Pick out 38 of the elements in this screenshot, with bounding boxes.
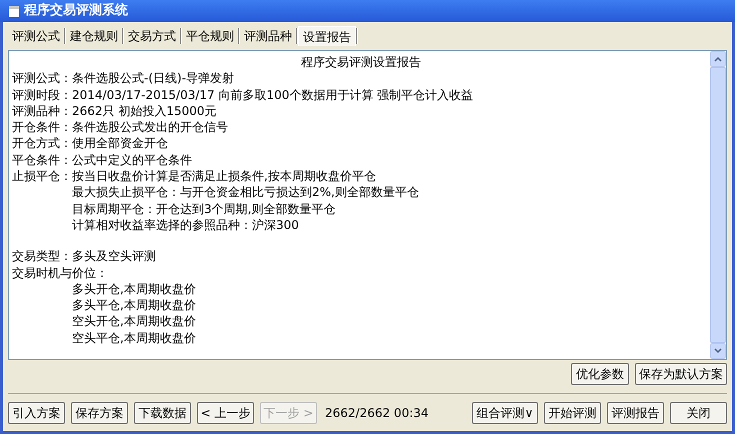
report-line: 最大损失止损平仓：与开仓资金相比亏损达到2%,则全部数量平仓	[72, 184, 419, 201]
report-line: 空头开仓,本周期收盘价	[72, 313, 196, 330]
tab[interactable]: 平仓规则	[182, 26, 238, 46]
push-button[interactable]: 保存方案	[71, 402, 128, 424]
report-line: 交易类型：多头及空头评测	[12, 248, 156, 265]
report-line: 计算相对收益率选择的参照品种：沪深300	[72, 216, 299, 234]
tab[interactable]: 评测品种	[240, 26, 296, 46]
push-button[interactable]: 评测报告	[607, 402, 664, 424]
tab[interactable]: 建仓规则	[66, 26, 122, 46]
push-button[interactable]: 组合评测∨	[472, 402, 538, 424]
report-line: 平仓条件：公式中定义的平仓条件	[12, 152, 192, 168]
report-line: 评测品种：2662只 初始投入15000元	[12, 102, 217, 120]
report-line: 开仓方式：使用全部资金开仓	[12, 135, 168, 152]
report-line: 止损平仓：按当日收盘价计算是否满足止损条件,按本周期收盘价平仓	[12, 168, 376, 184]
window-title: 程序交易评测系统	[24, 2, 128, 20]
push-button[interactable]: 下载数据	[134, 402, 191, 424]
push-button[interactable]: 引入方案	[8, 402, 65, 424]
report-line: 评测时段：2014/03/17-2015/03/17 向前多取100个数据用于计算 强制平仓计入收益	[12, 86, 474, 103]
tab[interactable]: 设置报告	[298, 26, 356, 46]
push-button[interactable]: 保存为默认方案	[635, 363, 727, 385]
report-title: 程序交易评测设置报告	[300, 54, 422, 70]
report-line: 多头平仓,本周期收盘价	[72, 297, 196, 314]
push-button[interactable]: 开始评测	[544, 402, 601, 424]
report-line: 开仓条件：条件选股公式发出的开仓信号	[12, 119, 228, 136]
report-line: 空头平仓,本周期收盘价	[72, 330, 196, 346]
report-line: 多头开仓,本周期收盘价	[72, 280, 196, 298]
push-button[interactable]: 优化参数	[571, 363, 629, 385]
progress-status: 2662/2662 00:34	[325, 405, 429, 422]
tab[interactable]: 评测公式	[8, 26, 64, 46]
push-button[interactable]: < 上一步	[197, 402, 254, 424]
tab[interactable]: 交易方式	[124, 26, 180, 46]
report-line: 评测公式：条件选股公式-(日线)-导弹发射	[12, 70, 234, 87]
report-line: 目标周期平仓：开仓达到3个周期,则全部数量平仓	[72, 200, 336, 217]
scroll-down-icon[interactable]	[710, 343, 726, 359]
report-line: 交易时机与价位：	[12, 264, 108, 281]
window-icon	[8, 4, 20, 18]
push-button[interactable]: 关闭	[670, 402, 727, 424]
scroll-up-icon[interactable]	[710, 51, 726, 67]
